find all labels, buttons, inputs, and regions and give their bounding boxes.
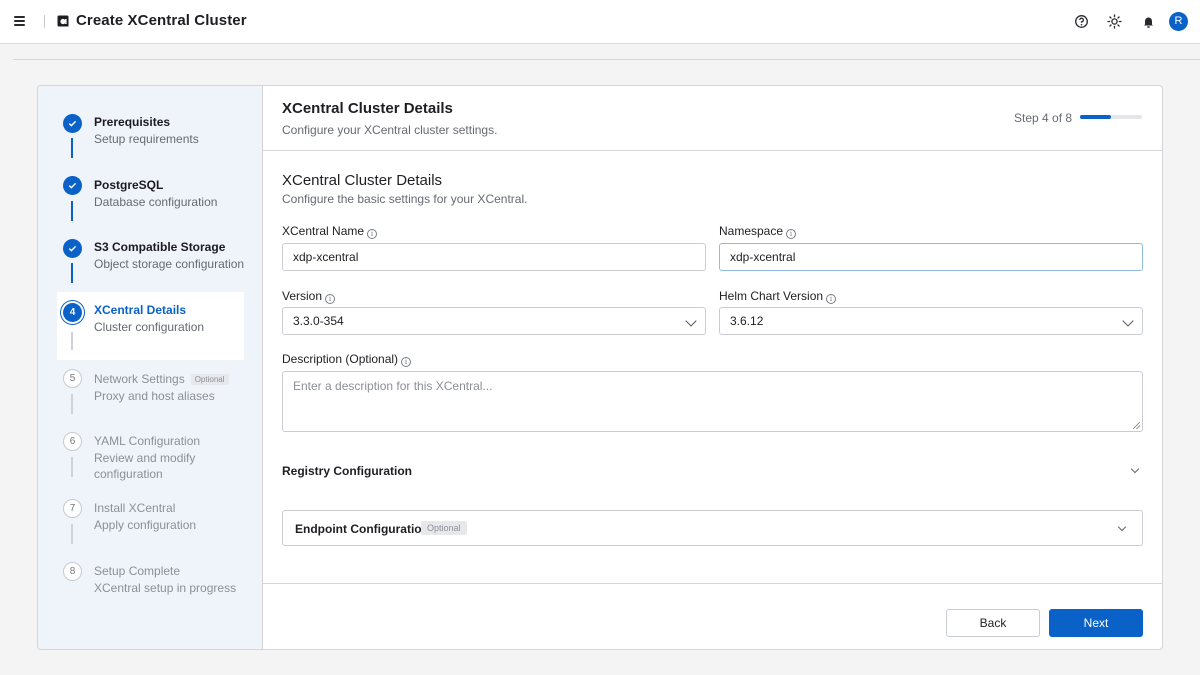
description-label: Description (Optional) i xyxy=(282,352,412,367)
endpoint-configuration-label: Endpoint Configuration xyxy=(295,522,429,536)
helm-chart-version-value: 3.6.12 xyxy=(730,314,764,328)
chevron-down-icon xyxy=(685,315,697,327)
namespace-label: Namespace i xyxy=(719,224,797,239)
step-title-install-xcentral[interactable]: Install XCentral xyxy=(94,501,175,515)
registry-configuration-toggle[interactable]: Registry Configuration xyxy=(282,464,412,478)
helm-chart-version-label: Helm Chart Version i xyxy=(719,289,837,304)
check-icon xyxy=(63,239,82,258)
helm-chart-version-select[interactable]: 3.6.12 xyxy=(719,307,1143,335)
namespace-input[interactable]: xdp-xcentral xyxy=(719,243,1143,271)
step-connector xyxy=(71,394,73,414)
resize-handle-icon[interactable] xyxy=(1133,422,1140,429)
step-connector xyxy=(71,457,73,477)
step-title-yaml-configuration[interactable]: YAML Configuration xyxy=(94,434,200,448)
wizard-stepper: Prerequisites Setup requirements Postgre… xyxy=(38,86,263,649)
divider xyxy=(13,59,1200,60)
check-icon xyxy=(63,176,82,195)
step-title-xcentral-details[interactable]: XCentral Details xyxy=(94,303,186,317)
label-text: XCentral Name xyxy=(282,224,365,238)
xcentral-name-label: XCentral Name i xyxy=(282,224,378,239)
info-icon[interactable]: i xyxy=(325,294,336,304)
step-number: 6 xyxy=(63,432,82,451)
section-title: XCentral Cluster Details xyxy=(282,172,443,189)
version-select[interactable]: 3.3.0-354 xyxy=(282,307,706,335)
chevron-down-icon xyxy=(1122,315,1134,327)
step-desc: Database configuration xyxy=(94,195,218,209)
step-connector xyxy=(71,263,73,283)
xcentral-name-input[interactable]: xdp-xcentral xyxy=(282,243,706,271)
optional-badge: Optional xyxy=(421,521,467,535)
optional-badge: Optional xyxy=(190,374,229,386)
step-title-prerequisites[interactable]: Prerequisites xyxy=(94,115,170,129)
info-icon[interactable]: i xyxy=(826,294,837,304)
label-text: Version xyxy=(282,289,323,303)
step-desc: Proxy and host aliases xyxy=(94,389,215,403)
chevron-down-icon[interactable] xyxy=(1130,464,1140,474)
progress-fill xyxy=(1080,115,1111,119)
panel-title: XCentral Cluster Details xyxy=(282,100,453,117)
step-counter: Step 4 of 8 xyxy=(1014,111,1073,125)
label-text: Helm Chart Version xyxy=(719,289,824,303)
step-connector xyxy=(71,524,73,544)
app-logo-icon xyxy=(57,15,69,27)
step-desc: Cluster configuration xyxy=(94,320,205,334)
step-number: 5 xyxy=(63,369,82,388)
bell-icon[interactable] xyxy=(1141,14,1156,29)
step-number: 4 xyxy=(63,303,82,322)
panel-subtitle: Configure your XCentral cluster settings… xyxy=(282,123,498,137)
theme-icon[interactable] xyxy=(1107,14,1122,29)
step-connector xyxy=(71,138,73,158)
step-title-postgresql[interactable]: PostgreSQL xyxy=(94,178,163,192)
menu-icon[interactable] xyxy=(13,14,27,28)
divider xyxy=(44,15,45,28)
back-button[interactable]: Back xyxy=(946,609,1040,637)
step-desc: XCentral setup in progress xyxy=(94,581,237,595)
step-number: 7 xyxy=(63,499,82,518)
step-desc: Apply configuration xyxy=(94,518,197,532)
info-icon[interactable]: i xyxy=(401,357,412,367)
divider xyxy=(263,150,1162,151)
main-panel: XCentral Cluster Details Configure your … xyxy=(263,86,1162,649)
step-title-setup-complete[interactable]: Setup Complete xyxy=(94,564,180,578)
step-title-network-settings[interactable]: Network Settings Optional xyxy=(94,372,229,386)
step-connector xyxy=(71,201,73,221)
version-label: Version i xyxy=(282,289,336,304)
endpoint-configuration-accordion[interactable]: Endpoint Configuration Optional xyxy=(282,510,1143,546)
next-button[interactable]: Next xyxy=(1049,609,1143,637)
step-title-s3-storage[interactable]: S3 Compatible Storage xyxy=(94,240,225,254)
help-icon[interactable] xyxy=(1074,14,1089,29)
step-desc: Setup requirements xyxy=(94,132,199,146)
label-text: Namespace xyxy=(719,224,784,238)
divider xyxy=(263,583,1162,584)
chevron-down-icon xyxy=(1117,522,1127,532)
step-desc: Review and modify configuration xyxy=(94,451,196,481)
step-title-label: Network Settings xyxy=(94,372,185,386)
top-bar: Create XCentral Cluster R xyxy=(0,0,1200,44)
step-connector xyxy=(71,332,73,350)
version-value: 3.3.0-354 xyxy=(293,314,344,328)
progress-bar xyxy=(1080,115,1142,119)
section-subtitle: Configure the basic settings for your XC… xyxy=(282,192,528,206)
info-icon[interactable]: i xyxy=(786,229,797,239)
description-placeholder: Enter a description for this XCentral... xyxy=(293,379,493,393)
label-text: Description (Optional) xyxy=(282,352,399,366)
info-icon[interactable]: i xyxy=(367,229,378,239)
description-textarea[interactable]: Enter a description for this XCentral... xyxy=(282,371,1143,432)
step-desc: Object storage configuration xyxy=(94,257,245,271)
check-icon xyxy=(63,114,82,133)
step-number: 8 xyxy=(63,562,82,581)
page-title: Create XCentral Cluster xyxy=(76,12,247,29)
wizard-card: Prerequisites Setup requirements Postgre… xyxy=(37,85,1163,650)
avatar[interactable]: R xyxy=(1169,12,1188,31)
